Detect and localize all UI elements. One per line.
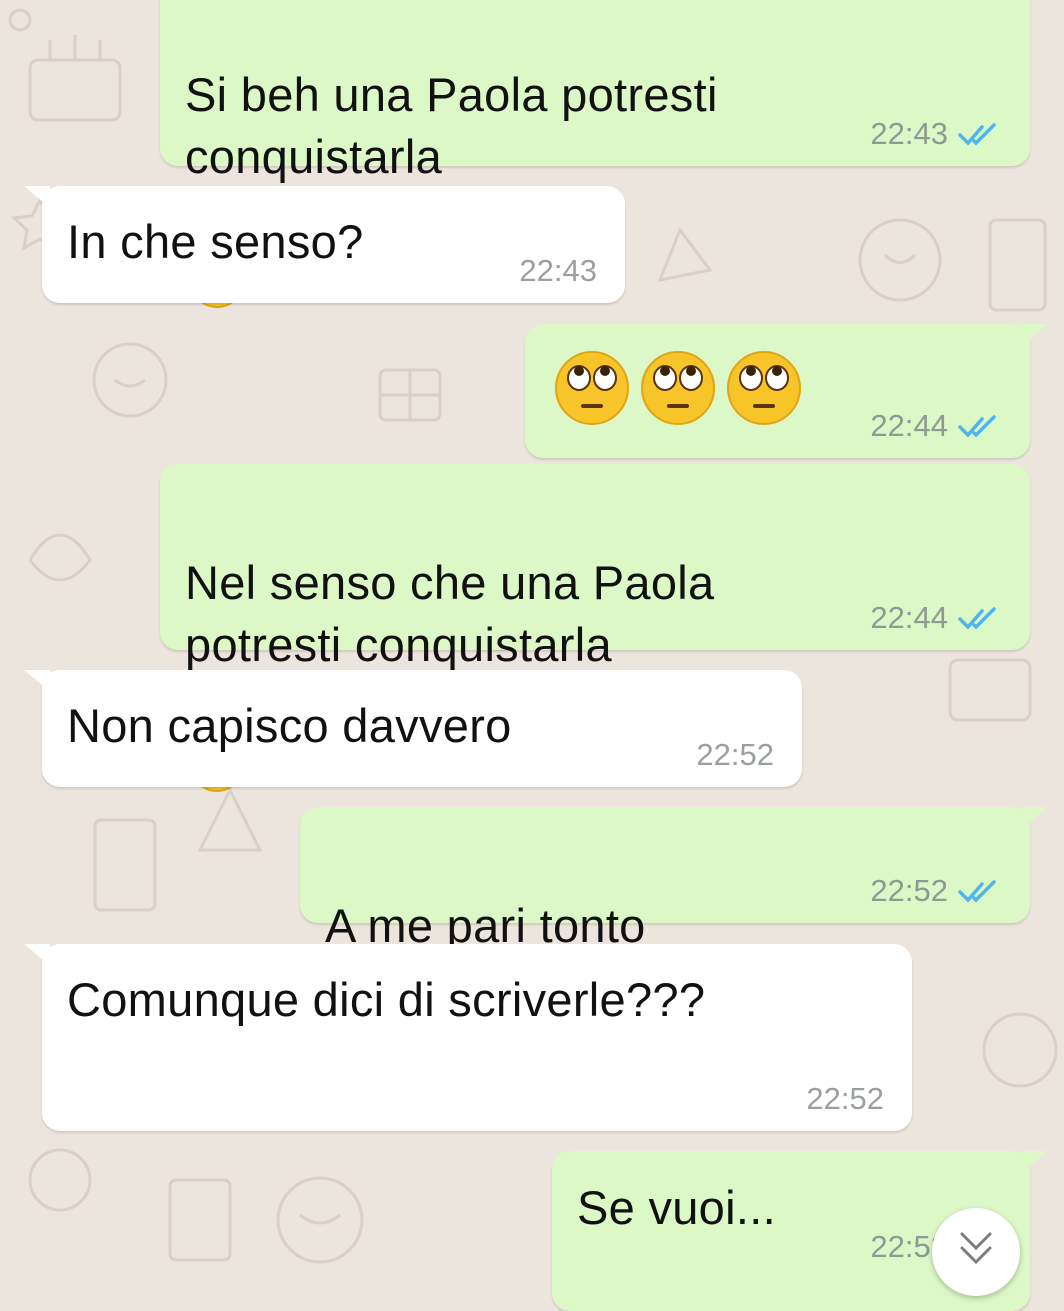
bubble-tail <box>1022 807 1048 829</box>
message-time: 22:44 <box>870 408 948 443</box>
eye-roll-emoji <box>641 351 715 425</box>
message-text: Comunque dici di scriverle??? <box>67 973 706 1026</box>
message-meta: 22:44 <box>870 600 1002 636</box>
message-time: 22:52 <box>806 1081 884 1116</box>
bubble-tail <box>24 670 50 692</box>
message-bubble-outgoing[interactable]: 22:44 <box>525 324 1048 458</box>
message-meta: 22:52 <box>696 737 774 773</box>
double-check-icon <box>958 415 996 438</box>
double-check-icon <box>958 607 996 630</box>
eye-roll-emoji <box>727 351 801 425</box>
eye-roll-emoji <box>555 351 629 425</box>
message-bubble-incoming[interactable]: In che senso? 22:43 <box>24 186 625 303</box>
scroll-to-bottom-button[interactable] <box>932 1208 1020 1296</box>
message-text: Non capisco davvero <box>67 699 512 752</box>
message-time: 22:44 <box>870 600 948 635</box>
message-meta: 22:43 <box>519 253 597 289</box>
message-meta: 22:52 <box>806 1081 884 1117</box>
bubble-tail <box>1022 1151 1048 1173</box>
emoji-row <box>553 348 803 428</box>
message-meta: 22:52 <box>870 873 1002 909</box>
double-check-icon <box>958 123 996 146</box>
bubble-tail <box>24 944 50 966</box>
bubble-tail <box>1022 324 1048 346</box>
message-text-content: Si beh una Paola potresti conquistarla <box>185 68 718 183</box>
message-bubble-outgoing[interactable]: A me pari tonto 22:52 <box>300 807 1048 1073</box>
message-text: In che senso? <box>67 215 364 268</box>
chevron-double-down-icon <box>960 1232 992 1265</box>
message-text: Se vuoi... <box>577 1181 776 1234</box>
message-bubble-outgoing[interactable]: Si beh una Paola potresti conquistarla 2… <box>160 0 1030 308</box>
double-check-icon <box>958 880 996 903</box>
message-bubble-outgoing[interactable]: Nel senso che una Paola potresti conquis… <box>160 464 1030 792</box>
bubble-tail <box>24 186 50 208</box>
message-meta: 22:44 <box>870 408 1002 444</box>
message-bubble-incoming[interactable]: Non capisco davvero 22:52 <box>24 670 802 787</box>
message-time: 22:52 <box>870 873 948 908</box>
message-time: 22:52 <box>696 737 774 772</box>
message-time: 22:43 <box>870 116 948 151</box>
message-time: 22:43 <box>519 253 597 288</box>
message-meta: 22:43 <box>870 116 1002 152</box>
message-text-content: Nel senso che una Paola potresti conquis… <box>185 556 715 671</box>
message-bubble-incoming[interactable]: Comunque dici di scriverle??? 22:52 <box>24 944 912 1131</box>
